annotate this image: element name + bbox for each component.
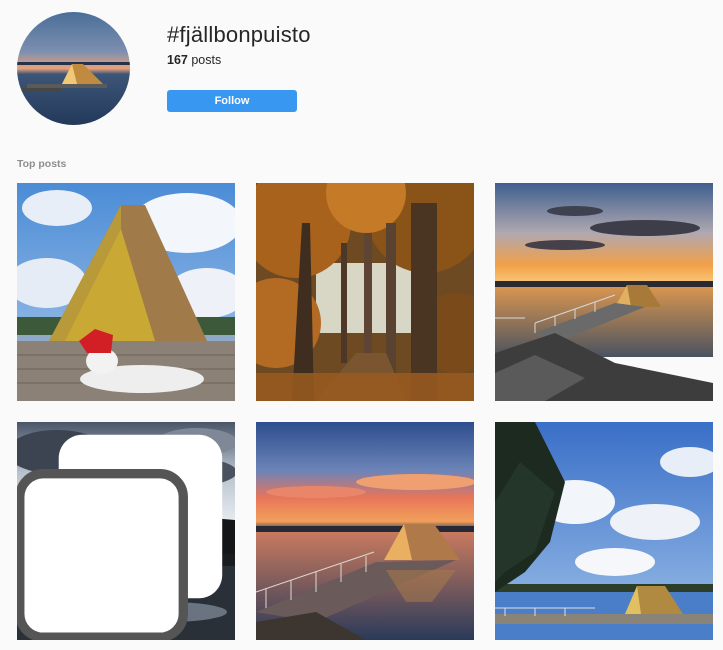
post-thumbnail-6[interactable] [495,422,713,640]
post-thumbnail-5[interactable] [256,422,474,640]
post-count-number: 167 [167,53,188,67]
post-thumbnail-1[interactable] [17,183,235,401]
post-thumbnail-4[interactable] [17,422,235,640]
top-posts-heading: Top posts [17,158,67,170]
post-count: 167 posts [167,53,221,67]
post-count-suffix: posts [187,53,222,67]
follow-button[interactable]: Follow [167,90,297,112]
post-thumbnail-2[interactable] [256,183,474,401]
hashtag-title: #fjällbonpuisto [167,22,311,47]
carousel-icon [17,434,223,640]
hashtag-avatar [17,12,130,125]
post-thumbnail-3[interactable] [495,183,713,401]
